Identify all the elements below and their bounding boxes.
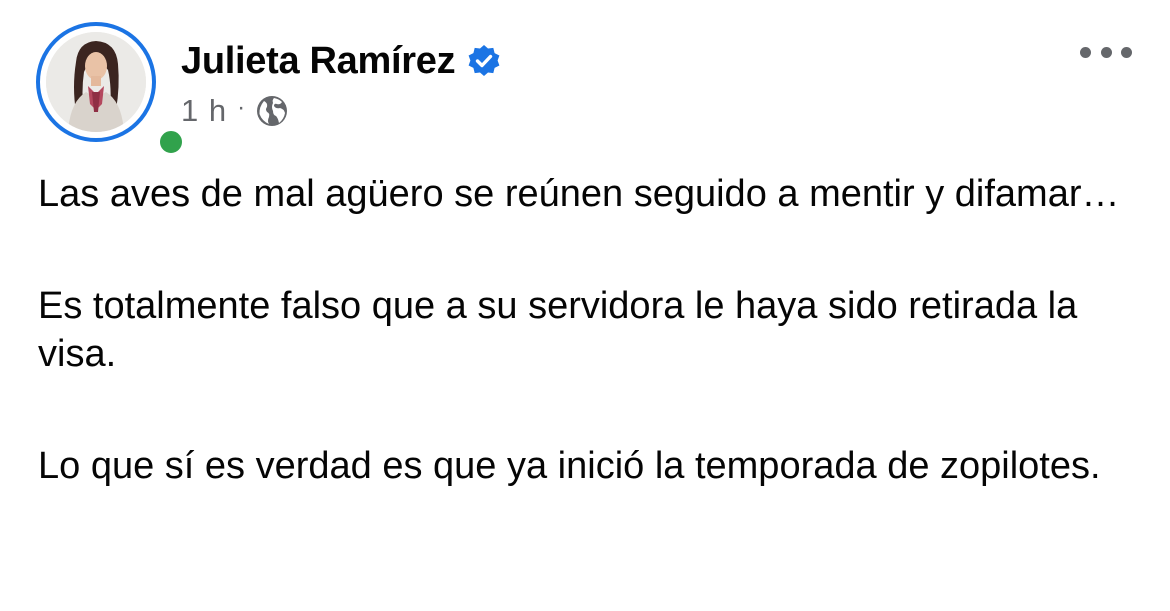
post-body: Las aves de mal agüero se reúnen seguido… — [38, 170, 1148, 490]
post-header: Julieta Ramírez 1 h · — [0, 0, 1170, 160]
more-dot-icon — [1100, 46, 1112, 58]
author-line: Julieta Ramírez — [181, 37, 501, 85]
author-avatar[interactable] — [36, 22, 188, 159]
post-timestamp[interactable]: 1 h — [181, 93, 227, 129]
avatar — [46, 32, 146, 132]
meta-separator: · — [237, 94, 246, 121]
post-meta: 1 h · — [181, 91, 289, 131]
post-paragraph: Las aves de mal agüero se reúnen seguido… — [38, 173, 1120, 215]
more-options-button[interactable] — [1080, 38, 1132, 66]
globe-icon[interactable] — [255, 94, 289, 128]
profile-photo-icon — [46, 32, 146, 132]
more-dot-icon — [1080, 46, 1091, 58]
more-dot-icon — [1121, 46, 1132, 58]
post-paragraph: Es totalmente falso que a su servidora l… — [38, 285, 1078, 375]
post-paragraph: Lo que sí es verdad es que ya inició la … — [38, 445, 1101, 487]
author-name[interactable]: Julieta Ramírez — [181, 40, 456, 83]
verified-badge-icon — [468, 45, 500, 76]
